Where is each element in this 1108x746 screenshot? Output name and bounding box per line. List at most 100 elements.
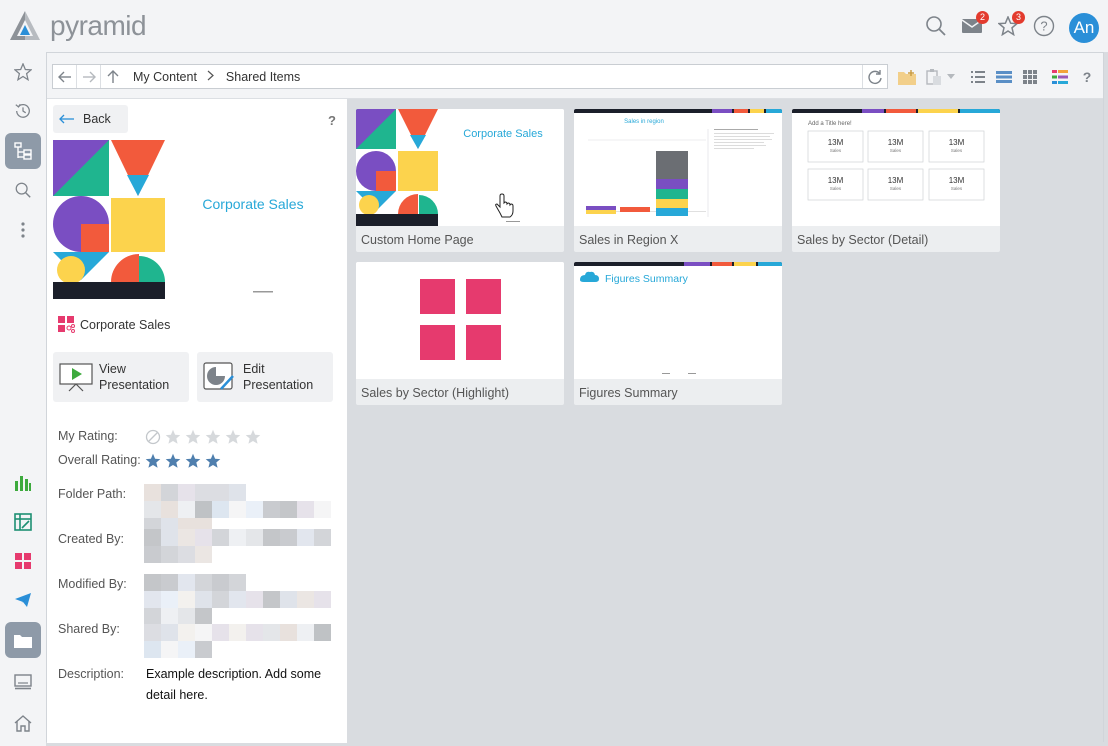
redacted-pixel <box>314 624 331 641</box>
publish-button[interactable] <box>5 582 41 618</box>
redacted-pixel <box>280 546 297 563</box>
redacted-pixel <box>144 591 161 608</box>
alerts-badge: 3 <box>1012 11 1025 24</box>
redacted-pixel <box>297 608 314 625</box>
redacted-pixel <box>195 501 212 518</box>
star-empty-icon[interactable] <box>205 429 221 445</box>
view-label-line-1: View <box>99 362 126 376</box>
redacted-pixel <box>212 624 229 641</box>
formulate-button[interactable] <box>5 504 41 540</box>
kpi-tile: 13MSales <box>867 168 924 201</box>
back-button[interactable]: Back <box>53 105 128 133</box>
chevron-down-icon <box>947 74 955 79</box>
panel-help-button[interactable]: ? <box>328 113 336 128</box>
my-rating-stars[interactable] <box>145 429 261 445</box>
breadcrumb-current[interactable]: Shared Items <box>226 70 300 84</box>
content-card[interactable]: Sales by Sector (Highlight) <box>356 262 564 405</box>
card-thumbnail: Sales in region <box>574 109 782 226</box>
overall-rating-star-row <box>145 453 221 469</box>
card-caption: Sales in Region X <box>579 233 679 247</box>
refresh-button[interactable] <box>862 65 887 88</box>
new-folder-button[interactable] <box>897 67 917 87</box>
edit-presentation-button[interactable]: Edit Presentation <box>197 352 333 402</box>
card-artwork: Add a Title here! 13MSales13MSales13MSal… <box>792 109 1000 201</box>
content-card[interactable]: Add a Title here! 13M Sales 13M Sales 13M Sal… <box>792 109 1000 252</box>
favorites-button[interactable] <box>5 54 41 90</box>
view-presentation-button[interactable]: View Presentation <box>53 352 189 402</box>
breadcrumb-root[interactable]: My Content <box>133 70 197 84</box>
paste-button[interactable] <box>924 67 944 87</box>
arrow-left-icon <box>57 71 71 82</box>
star-empty-icon[interactable] <box>245 429 261 445</box>
paste-dropdown[interactable] <box>945 67 957 87</box>
redacted-pixel <box>212 608 229 625</box>
discover-icon <box>15 476 31 491</box>
back-nav-button[interactable] <box>53 65 77 88</box>
detail-view-button[interactable] <box>994 67 1014 87</box>
help-icon: ? <box>1083 69 1092 85</box>
redacted-pixel <box>144 484 161 501</box>
content-card[interactable]: Corporate Sales Custom Home Page <box>356 109 564 252</box>
redacted-pixel <box>229 546 246 563</box>
alerts-button[interactable]: 3 <box>996 11 1025 38</box>
grid-view-button[interactable] <box>1020 67 1040 87</box>
browser-button[interactable] <box>5 664 41 700</box>
edit-label-line-1: Edit <box>243 362 265 376</box>
search-icon <box>926 16 946 36</box>
star-empty-icon[interactable] <box>165 429 181 445</box>
overall-rating-label: Overall Rating: <box>58 453 141 467</box>
content-tree-button[interactable] <box>5 133 41 169</box>
edit-presentation-icon <box>203 362 234 390</box>
content-button[interactable] <box>5 622 41 658</box>
clear-rating-icon[interactable] <box>145 429 161 445</box>
redacted-pixel <box>297 641 314 658</box>
formulate-icon <box>14 513 32 531</box>
recent-button[interactable] <box>5 93 41 129</box>
pyramid-logo[interactable]: pyramid <box>6 8 147 44</box>
redacted-pixel <box>314 484 331 501</box>
redacted-pixel <box>195 546 212 563</box>
card-thumbnail: Figures Summary <box>574 262 782 379</box>
more-button[interactable] <box>5 212 41 248</box>
list-view-button[interactable] <box>968 67 988 87</box>
redacted-pixel <box>297 501 314 518</box>
toolbar-help-button[interactable]: ? <box>1077 67 1097 87</box>
star-filled-icon <box>205 453 221 468</box>
user-avatar[interactable]: An <box>1069 13 1099 43</box>
discover-button[interactable] <box>5 465 41 501</box>
redacted-pixel <box>263 546 280 563</box>
redacted-pixel <box>144 624 161 641</box>
rail-search-button[interactable] <box>5 172 41 208</box>
star-empty-icon[interactable] <box>185 429 201 445</box>
present-button[interactable] <box>5 543 41 579</box>
more-icon <box>21 222 25 238</box>
color-button[interactable] <box>1050 67 1070 87</box>
redacted-pixel <box>178 641 195 658</box>
forward-nav-button[interactable] <box>77 65 101 88</box>
redacted-pixel <box>297 591 314 608</box>
redacted-pixel <box>161 546 178 563</box>
help-button[interactable]: ? <box>1032 14 1056 38</box>
messages-button[interactable]: 2 <box>960 11 989 38</box>
modified-by-label: Modified By: <box>58 577 127 591</box>
home-button[interactable] <box>5 705 41 741</box>
card-thumb-title: Add a Title here! <box>808 121 852 127</box>
content-card[interactable]: Figures Summary Figures Summary <box>574 262 782 405</box>
card-caption: Sales by Sector (Detail) <box>797 233 929 247</box>
redacted-pixel <box>178 591 195 608</box>
card-caption: Custom Home Page <box>361 233 474 247</box>
up-nav-button[interactable] <box>101 65 125 88</box>
my-rating-star-row <box>165 429 261 445</box>
content-card[interactable]: Sales in region Sales in Region X <box>574 109 782 252</box>
home-icon <box>14 715 32 732</box>
redacted-pixel <box>161 641 178 658</box>
browser-icon <box>14 674 32 690</box>
redacted-pixel <box>246 546 263 563</box>
kpi-value: 13M <box>888 176 904 185</box>
search-button[interactable] <box>924 14 948 38</box>
redacted-pixel <box>246 624 263 641</box>
star-empty-icon[interactable] <box>225 429 241 445</box>
redacted-pixel <box>161 501 178 518</box>
redacted-pixel <box>229 484 246 501</box>
presentation-thumbnail[interactable]: Corporate Sales <box>53 140 333 299</box>
